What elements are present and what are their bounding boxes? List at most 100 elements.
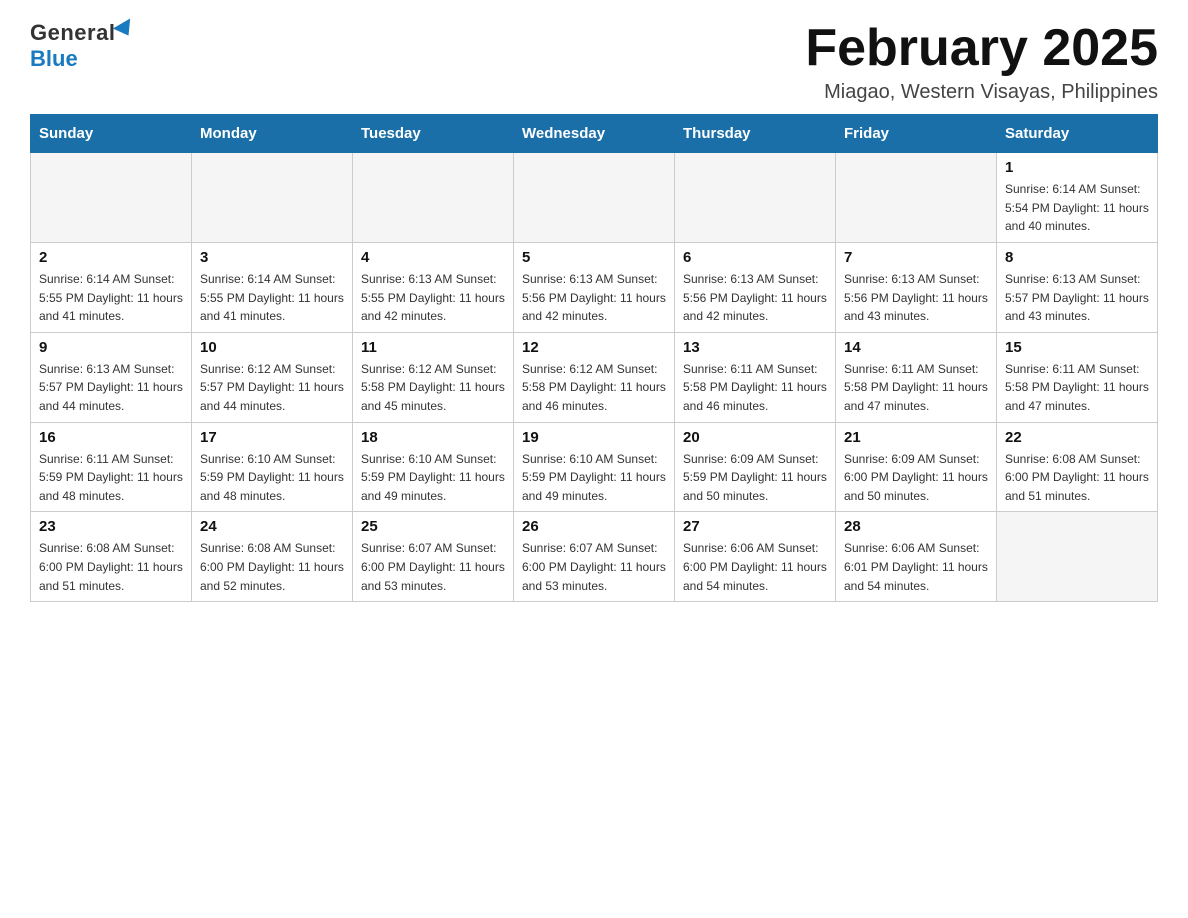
calendar-day-cell: 8 Sunrise: 6:13 AM Sunset: 5:57 PM Daylig… <box>997 242 1158 332</box>
day-info: Sunrise: 6:09 AM Sunset: 5:59 PM Dayligh… <box>683 450 827 506</box>
day-number: 28 <box>844 518 988 535</box>
calendar-day-cell: 11Sunrise: 6:12 AM Sunset: 5:58 PM Dayli… <box>353 332 514 422</box>
day-number: 14 <box>844 339 988 356</box>
calendar-day-cell: 6 Sunrise: 6:13 AM Sunset: 5:56 PM Daylig… <box>675 242 836 332</box>
day-info: Sunrise: 6:09 AM Sunset: 6:00 PM Dayligh… <box>844 450 988 506</box>
calendar-day-cell: 7 Sunrise: 6:13 AM Sunset: 5:56 PM Daylig… <box>836 242 997 332</box>
day-of-week-header: Thursday <box>675 115 836 153</box>
calendar-day-cell: 20 Sunrise: 6:09 AM Sunset: 5:59 PM Dayli… <box>675 422 836 512</box>
calendar-day-cell <box>353 153 514 243</box>
day-info: Sunrise: 6:13 AM Sunset: 5:56 PM Dayligh… <box>844 270 988 326</box>
day-info: Sunrise: 6:06 AM Sunset: 6:00 PM Dayligh… <box>683 539 827 595</box>
day-number: 16 <box>39 429 183 446</box>
day-number: 7 <box>844 249 988 266</box>
day-number: 2 <box>39 249 183 266</box>
day-info: Sunrise: 6:12 AM Sunset: 5:57 PM Dayligh… <box>200 360 344 416</box>
calendar-day-cell <box>192 153 353 243</box>
logo-triangle-icon <box>113 18 137 40</box>
day-of-week-header: Saturday <box>997 115 1158 153</box>
day-number: 8 <box>1005 249 1149 266</box>
day-info: Sunrise: 6:08 AM Sunset: 6:00 PM Dayligh… <box>200 539 344 595</box>
calendar-day-cell: 21 Sunrise: 6:09 AM Sunset: 6:00 PM Dayli… <box>836 422 997 512</box>
day-info: Sunrise: 6:11 AM Sunset: 5:58 PM Dayligh… <box>1005 360 1149 416</box>
day-info: Sunrise: 6:10 AM Sunset: 5:59 PM Dayligh… <box>361 450 505 506</box>
calendar-day-cell <box>675 153 836 243</box>
calendar-title: February 2025 <box>805 20 1158 77</box>
day-number: 19 <box>522 429 666 446</box>
calendar-day-cell <box>997 512 1158 602</box>
day-of-week-header: Sunday <box>31 115 192 153</box>
day-number: 13 <box>683 339 827 356</box>
day-info: Sunrise: 6:13 AM Sunset: 5:57 PM Dayligh… <box>1005 270 1149 326</box>
day-number: 21 <box>844 429 988 446</box>
day-info: Sunrise: 6:14 AM Sunset: 5:55 PM Dayligh… <box>39 270 183 326</box>
day-number: 11 <box>361 339 505 356</box>
calendar-day-cell: 17 Sunrise: 6:10 AM Sunset: 5:59 PM Dayli… <box>192 422 353 512</box>
calendar-header-row: SundayMondayTuesdayWednesdayThursdayFrid… <box>31 115 1158 153</box>
calendar-day-cell: 25 Sunrise: 6:07 AM Sunset: 6:00 PM Dayli… <box>353 512 514 602</box>
logo: General Blue <box>30 20 137 72</box>
day-info: Sunrise: 6:13 AM Sunset: 5:55 PM Dayligh… <box>361 270 505 326</box>
day-number: 3 <box>200 249 344 266</box>
day-info: Sunrise: 6:14 AM Sunset: 5:54 PM Dayligh… <box>1005 180 1149 236</box>
calendar-week-row: 9Sunrise: 6:13 AM Sunset: 5:57 PM Daylig… <box>31 332 1158 422</box>
calendar-day-cell: 4 Sunrise: 6:13 AM Sunset: 5:55 PM Daylig… <box>353 242 514 332</box>
logo-blue-text: Blue <box>30 46 78 72</box>
day-number: 1 <box>1005 159 1149 176</box>
calendar-day-cell: 16 Sunrise: 6:11 AM Sunset: 5:59 PM Dayli… <box>31 422 192 512</box>
day-number: 15 <box>1005 339 1149 356</box>
calendar-day-cell: 18 Sunrise: 6:10 AM Sunset: 5:59 PM Dayli… <box>353 422 514 512</box>
calendar-day-cell: 1 Sunrise: 6:14 AM Sunset: 5:54 PM Daylig… <box>997 153 1158 243</box>
day-info: Sunrise: 6:11 AM Sunset: 5:58 PM Dayligh… <box>844 360 988 416</box>
day-number: 22 <box>1005 429 1149 446</box>
day-info: Sunrise: 6:06 AM Sunset: 6:01 PM Dayligh… <box>844 539 988 595</box>
calendar-day-cell: 13 Sunrise: 6:11 AM Sunset: 5:58 PM Dayli… <box>675 332 836 422</box>
day-number: 23 <box>39 518 183 535</box>
calendar-week-row: 16 Sunrise: 6:11 AM Sunset: 5:59 PM Dayli… <box>31 422 1158 512</box>
day-number: 20 <box>683 429 827 446</box>
day-info: Sunrise: 6:07 AM Sunset: 6:00 PM Dayligh… <box>522 539 666 595</box>
day-number: 26 <box>522 518 666 535</box>
calendar-week-row: 23 Sunrise: 6:08 AM Sunset: 6:00 PM Dayli… <box>31 512 1158 602</box>
day-info: Sunrise: 6:11 AM Sunset: 5:58 PM Dayligh… <box>683 360 827 416</box>
day-of-week-header: Friday <box>836 115 997 153</box>
calendar-day-cell: 26 Sunrise: 6:07 AM Sunset: 6:00 PM Dayli… <box>514 512 675 602</box>
day-info: Sunrise: 6:08 AM Sunset: 6:00 PM Dayligh… <box>39 539 183 595</box>
day-info: Sunrise: 6:12 AM Sunset: 5:58 PM Dayligh… <box>522 360 666 416</box>
day-info: Sunrise: 6:07 AM Sunset: 6:00 PM Dayligh… <box>361 539 505 595</box>
day-number: 25 <box>361 518 505 535</box>
calendar-subtitle: Miagao, Western Visayas, Philippines <box>805 81 1158 104</box>
calendar-day-cell: 5Sunrise: 6:13 AM Sunset: 5:56 PM Daylig… <box>514 242 675 332</box>
logo-general-text: General <box>30 20 115 46</box>
calendar-day-cell: 27 Sunrise: 6:06 AM Sunset: 6:00 PM Dayli… <box>675 512 836 602</box>
day-number: 10 <box>200 339 344 356</box>
calendar-day-cell: 10 Sunrise: 6:12 AM Sunset: 5:57 PM Dayli… <box>192 332 353 422</box>
day-number: 17 <box>200 429 344 446</box>
day-number: 27 <box>683 518 827 535</box>
calendar-day-cell: 24Sunrise: 6:08 AM Sunset: 6:00 PM Dayli… <box>192 512 353 602</box>
day-info: Sunrise: 6:14 AM Sunset: 5:55 PM Dayligh… <box>200 270 344 326</box>
day-info: Sunrise: 6:10 AM Sunset: 5:59 PM Dayligh… <box>200 450 344 506</box>
calendar-day-cell: 3 Sunrise: 6:14 AM Sunset: 5:55 PM Daylig… <box>192 242 353 332</box>
page-header: General Blue February 2025 Miagao, Weste… <box>30 20 1158 104</box>
calendar-day-cell: 14 Sunrise: 6:11 AM Sunset: 5:58 PM Dayli… <box>836 332 997 422</box>
day-number: 6 <box>683 249 827 266</box>
day-info: Sunrise: 6:10 AM Sunset: 5:59 PM Dayligh… <box>522 450 666 506</box>
title-block: February 2025 Miagao, Western Visayas, P… <box>805 20 1158 104</box>
day-info: Sunrise: 6:11 AM Sunset: 5:59 PM Dayligh… <box>39 450 183 506</box>
calendar-day-cell: 28 Sunrise: 6:06 AM Sunset: 6:01 PM Dayli… <box>836 512 997 602</box>
calendar-day-cell: 22Sunrise: 6:08 AM Sunset: 6:00 PM Dayli… <box>997 422 1158 512</box>
calendar-day-cell: 2 Sunrise: 6:14 AM Sunset: 5:55 PM Daylig… <box>31 242 192 332</box>
day-of-week-header: Monday <box>192 115 353 153</box>
calendar-day-cell: 19 Sunrise: 6:10 AM Sunset: 5:59 PM Dayli… <box>514 422 675 512</box>
day-info: Sunrise: 6:13 AM Sunset: 5:57 PM Dayligh… <box>39 360 183 416</box>
day-info: Sunrise: 6:13 AM Sunset: 5:56 PM Dayligh… <box>683 270 827 326</box>
calendar-week-row: 1 Sunrise: 6:14 AM Sunset: 5:54 PM Daylig… <box>31 153 1158 243</box>
day-info: Sunrise: 6:13 AM Sunset: 5:56 PM Dayligh… <box>522 270 666 326</box>
day-number: 4 <box>361 249 505 266</box>
day-of-week-header: Tuesday <box>353 115 514 153</box>
calendar-table: SundayMondayTuesdayWednesdayThursdayFrid… <box>30 114 1158 602</box>
calendar-day-cell <box>31 153 192 243</box>
day-of-week-header: Wednesday <box>514 115 675 153</box>
day-number: 18 <box>361 429 505 446</box>
